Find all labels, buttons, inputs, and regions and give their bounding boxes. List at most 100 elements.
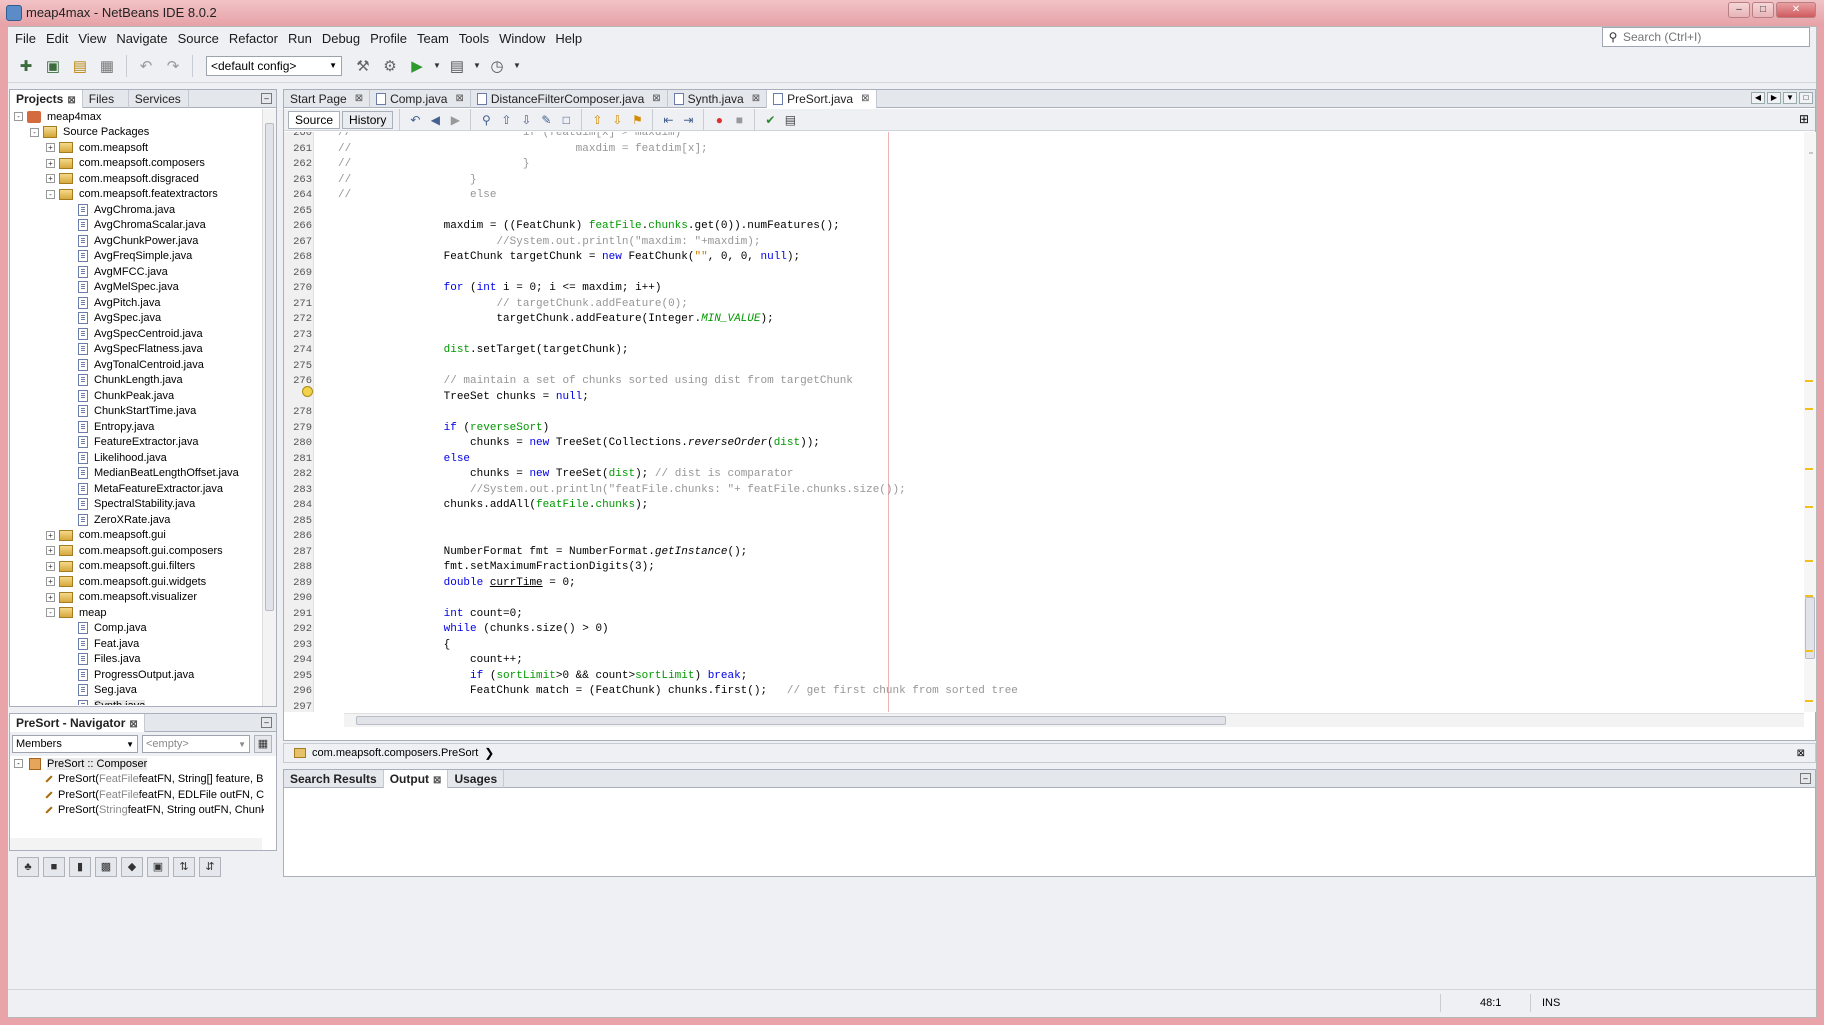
tree-package-item[interactable]: + com.meapsoft.disgraced xyxy=(10,171,262,187)
minimize-panel-icon[interactable]: – xyxy=(261,93,272,104)
search-icon[interactable]: ⚲ xyxy=(1603,30,1623,44)
tree-file-item[interactable]: ChunkStartTime.java xyxy=(10,404,262,420)
menu-run[interactable]: Run xyxy=(283,31,317,46)
tree-file-item[interactable]: Files.java xyxy=(10,652,262,668)
menu-navigate[interactable]: Navigate xyxy=(111,31,172,46)
find-previous-icon[interactable]: ⇧ xyxy=(497,112,515,128)
run-icon[interactable]: ▶ xyxy=(405,54,429,78)
new-file-icon[interactable]: ✚ xyxy=(14,54,38,78)
tab-navigator[interactable]: PreSort - Navigator ⊠ xyxy=(10,713,145,732)
navigator-hscroll[interactable] xyxy=(10,838,262,850)
members-select[interactable]: Members ▼ xyxy=(12,735,138,753)
navigator-options-icon[interactable]: ▦ xyxy=(254,735,272,753)
empty-select[interactable]: <empty> ▼ xyxy=(142,735,250,753)
tabs-list-icon[interactable]: ▼ xyxy=(1783,92,1797,104)
tree-node[interactable]: - Source Packages xyxy=(10,125,262,141)
expand-icon[interactable]: + xyxy=(46,577,55,587)
menu-profile[interactable]: Profile xyxy=(365,31,412,46)
build-icon[interactable]: ⚒ xyxy=(351,54,375,78)
collapse-icon[interactable]: - xyxy=(46,608,55,618)
profile-dropdown-icon[interactable]: ▼ xyxy=(512,54,522,78)
menu-help[interactable]: Help xyxy=(550,31,587,46)
shift-left-icon[interactable]: ⇤ xyxy=(659,112,677,128)
check-file-icon[interactable]: ✔ xyxy=(761,112,779,128)
tree-file-item[interactable]: AvgSpec.java xyxy=(10,311,262,327)
find-selection-icon[interactable]: ⚲ xyxy=(477,112,495,128)
last-edit-icon[interactable]: ↶ xyxy=(406,112,424,128)
tab-search-results[interactable]: Search Results xyxy=(284,769,384,788)
tree-file-item[interactable]: MetaFeatureExtractor.java xyxy=(10,481,262,497)
expand-icon[interactable]: + xyxy=(46,546,55,556)
filter-static-icon[interactable]: ▮ xyxy=(69,857,91,877)
minimize-panel-icon[interactable]: – xyxy=(1800,773,1811,784)
expand-icon[interactable]: + xyxy=(46,143,55,153)
tree-package-item[interactable]: - com.meapsoft.featextractors xyxy=(10,187,262,203)
minimize-panel-icon[interactable]: – xyxy=(261,717,272,728)
maximize-button[interactable]: □ xyxy=(1752,2,1774,18)
expand-icon[interactable]: + xyxy=(46,530,55,540)
tab-services[interactable]: Services xyxy=(129,89,189,108)
next-bookmark-icon[interactable]: ⇩ xyxy=(608,112,626,128)
editor-horizontal-scrollbar[interactable] xyxy=(344,713,1804,727)
tree-file-item[interactable]: Likelihood.java xyxy=(10,450,262,466)
navigator-member-item[interactable]: PreSort(FeatFile featFN, EDLFile outFN, … xyxy=(10,787,264,803)
tab-presort-java[interactable]: PreSort.java ⊠ xyxy=(767,90,877,108)
sort-by-name-icon[interactable]: ⇵ xyxy=(199,857,221,877)
tree-file-item[interactable]: Synth.java xyxy=(10,698,262,705)
open-project-icon[interactable]: ▤ xyxy=(68,54,92,78)
tree-file-item[interactable]: AvgChunkPower.java xyxy=(10,233,262,249)
sort-by-source-icon[interactable]: ⇅ xyxy=(173,857,195,877)
tree-file-item[interactable]: AvgPitch.java xyxy=(10,295,262,311)
close-breadcrumb-icon[interactable]: ⊠ xyxy=(1797,748,1805,759)
tree-file-item[interactable]: ChunkLength.java xyxy=(10,373,262,389)
scroll-tabs-right-icon[interactable]: ▶ xyxy=(1767,92,1781,104)
tree-package-item[interactable]: + com.meapsoft.gui.widgets xyxy=(10,574,262,590)
tree-file-item[interactable]: Entropy.java xyxy=(10,419,262,435)
shift-right-icon[interactable]: ⇥ xyxy=(679,112,697,128)
filter-methods-icon[interactable]: ◆ xyxy=(121,857,143,877)
tab-distancefiltercomposer-java[interactable]: DistanceFilterComposer.java ⊠ xyxy=(471,90,668,108)
tree-package-item[interactable]: + com.meapsoft.visualizer xyxy=(10,590,262,606)
tab-start-page[interactable]: Start Page ⊠ xyxy=(284,90,371,108)
tab-synth-java[interactable]: Synth.java ⊠ xyxy=(668,90,768,108)
tree-file-item[interactable]: SpectralStability.java xyxy=(10,497,262,513)
error-stripe[interactable] xyxy=(1803,90,1815,742)
menu-view[interactable]: View xyxy=(73,31,111,46)
collapse-icon[interactable]: - xyxy=(46,189,55,199)
navigator-root[interactable]: - PreSort :: Composer xyxy=(10,756,264,772)
menu-source[interactable]: Source xyxy=(173,31,224,46)
tree-package-item[interactable]: + com.meapsoft.composers xyxy=(10,156,262,172)
tab-output[interactable]: Output ⊠ xyxy=(383,769,449,788)
find-next-icon[interactable]: ⇩ xyxy=(517,112,535,128)
tab-files[interactable]: Files xyxy=(83,89,129,108)
close-icon[interactable]: ⊠ xyxy=(652,90,660,108)
tree-file-item[interactable]: AvgMFCC.java xyxy=(10,264,262,280)
close-window-button[interactable]: ✕ xyxy=(1776,2,1816,18)
collapse-icon[interactable]: - xyxy=(30,127,39,137)
close-icon[interactable]: ⊠ xyxy=(355,90,363,108)
breadcrumb-item[interactable]: com.meapsoft.composers.PreSort xyxy=(312,747,478,759)
search-input[interactable] xyxy=(1623,30,1793,44)
tree-file-item[interactable]: FeatureExtractor.java xyxy=(10,435,262,451)
expand-icon[interactable]: + xyxy=(46,561,55,571)
tree-file-item[interactable]: AvgSpecCentroid.java xyxy=(10,326,262,342)
start-macro-icon[interactable]: ● xyxy=(710,112,728,128)
tree-file-item[interactable]: Seg.java xyxy=(10,683,262,699)
tree-package-item[interactable]: + com.meapsoft.gui xyxy=(10,528,262,544)
tree-file-item[interactable]: AvgChromaScalar.java xyxy=(10,218,262,234)
stop-macro-icon[interactable]: ■ xyxy=(730,112,748,128)
debug-dropdown-icon[interactable]: ▼ xyxy=(472,54,482,78)
scrollbar-thumb[interactable] xyxy=(356,716,1226,725)
tree-file-item[interactable]: ProgressOutput.java xyxy=(10,667,262,683)
menu-tools[interactable]: Tools xyxy=(454,31,494,46)
tree-file-item[interactable]: ChunkPeak.java xyxy=(10,388,262,404)
undo-icon[interactable]: ↶ xyxy=(134,54,158,78)
menu-team[interactable]: Team xyxy=(412,31,454,46)
tree-file-item[interactable]: Comp.java xyxy=(10,621,262,637)
tree-node[interactable]: - meap4max xyxy=(10,109,262,125)
filter-inner-classes-icon[interactable]: ▣ xyxy=(147,857,169,877)
forward-icon[interactable]: ▶ xyxy=(446,112,464,128)
filter-nonpublic-icon[interactable]: ▩ xyxy=(95,857,117,877)
new-project-icon[interactable]: ▣ xyxy=(41,54,65,78)
scrollbar-thumb[interactable] xyxy=(265,123,274,611)
